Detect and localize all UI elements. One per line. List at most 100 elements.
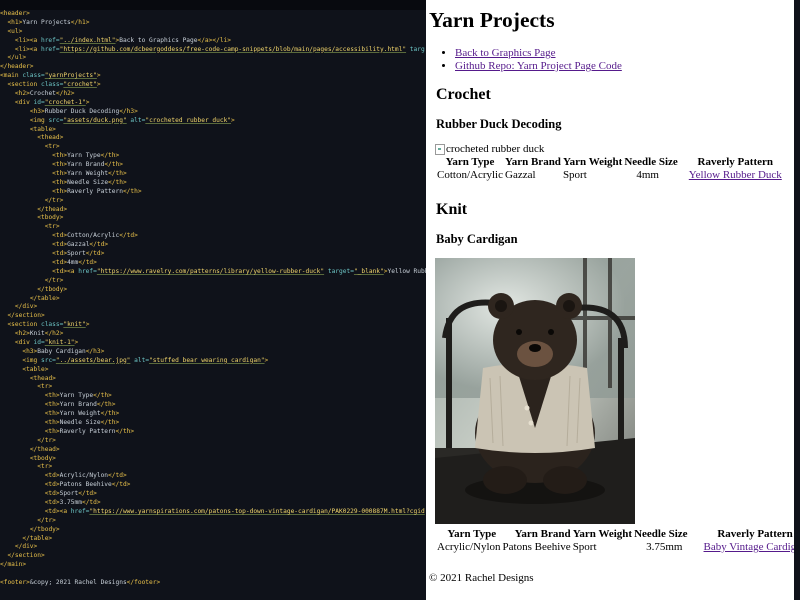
code-line[interactable]: <li><a href="../index.html">Back to Grap… (0, 37, 426, 46)
code-line[interactable]: </table> (0, 535, 426, 544)
code-line[interactable]: </main> (0, 561, 426, 570)
code-token: <th> (52, 152, 68, 160)
page-footer: © 2021 Rachel Designs (429, 572, 534, 584)
code-line[interactable]: <thead> (0, 375, 426, 384)
code-line[interactable]: <th>Raverly Pattern</th> (0, 428, 426, 437)
code-line[interactable]: <td>3.75mm</td> (0, 499, 426, 508)
code-token: </th> (115, 427, 135, 435)
code-line[interactable]: <thead> (0, 134, 426, 143)
code-token: <li><a (14, 36, 41, 44)
code-line[interactable]: </thead> (0, 206, 426, 215)
code-line[interactable]: <header> (0, 10, 426, 19)
code-line[interactable]: <ul> (0, 28, 426, 37)
code-line[interactable]: </tbody> (0, 526, 426, 535)
code-token: </h2> (44, 330, 64, 338)
code-line[interactable]: <th>Raverly Pattern</th> (0, 188, 426, 197)
code-line[interactable]: </tr> (0, 437, 426, 446)
code-line[interactable]: <footer>&copy; 2021 Rachel Designs</foot… (0, 579, 426, 588)
code-line[interactable]: <tr> (0, 143, 426, 152)
code-line[interactable]: </section> (0, 312, 426, 321)
code-line[interactable]: </section> (0, 552, 426, 561)
code-line[interactable]: <td><a href="https://www.ravelry.com/pat… (0, 268, 426, 277)
code-token: <td> (44, 481, 60, 489)
code-line[interactable]: <td>Cotton/Acrylic</td> (0, 232, 426, 241)
td-yarn-type: Cotton/Acrylic (437, 169, 503, 181)
code-line[interactable]: <img src="../assets/bear.jpg" alt="stuff… (0, 357, 426, 366)
code-line[interactable]: <td>Sport</td> (0, 490, 426, 499)
code-line[interactable]: <div id="crochet-1"> (0, 99, 426, 108)
code-line[interactable]: </tr> (0, 197, 426, 206)
back-to-graphics-link[interactable]: Back to Graphics Page (455, 47, 556, 59)
pattern-link-duck[interactable]: Yellow Rubber Duck (689, 169, 782, 181)
code-line[interactable]: <th>Yarn Brand</th> (0, 161, 426, 170)
code-line[interactable]: <h1>Yarn Projects</h1> (0, 19, 426, 28)
code-line[interactable]: <th>Yarn Type</th> (0, 392, 426, 401)
code-line[interactable]: <section class="knit"> (0, 321, 426, 330)
code-line[interactable]: <h2>Crochet</h2> (0, 90, 426, 99)
code-line[interactable]: <td>Sport</td> (0, 250, 426, 259)
code-line[interactable]: <td><a href="https://www.yarnspirations.… (0, 508, 426, 517)
code-line[interactable]: <th>Needle Size</th> (0, 419, 426, 428)
code-token: </h3> (85, 347, 105, 355)
code-line[interactable]: <section class="crochet"> (0, 81, 426, 90)
pattern-link-cardigan[interactable]: Baby Vintage Cardigan (704, 541, 794, 553)
code-line[interactable] (0, 570, 426, 579)
code-token: </tr> (37, 436, 56, 444)
code-token: "crochet-1" (44, 98, 86, 106)
code-line[interactable]: </tr> (0, 517, 426, 526)
code-line[interactable]: <th>Yarn Weight</th> (0, 410, 426, 419)
code-line[interactable]: </div> (0, 303, 426, 312)
code-token: </main> (0, 561, 27, 569)
code-line[interactable]: <table> (0, 126, 426, 135)
code-token: </div> (14, 303, 38, 311)
window-edge (794, 0, 800, 600)
code-line[interactable]: <tbody> (0, 214, 426, 223)
code-editor[interactable]: <header> <h1>Yarn Projects</h1> <ul> <li… (0, 0, 426, 600)
code-line[interactable]: <main class="yarnProjects"> (0, 72, 426, 81)
code-line[interactable]: </tr> (0, 277, 426, 286)
code-line[interactable]: </thead> (0, 446, 426, 455)
th-yarn-brand: Yarn Brand (514, 528, 571, 540)
code-line[interactable]: <img src="assets/duck.png" alt="crochete… (0, 117, 426, 126)
code-line[interactable]: <th>Yarn Weight</th> (0, 170, 426, 179)
code-line[interactable]: <tr> (0, 223, 426, 232)
code-line[interactable]: <th>Yarn Brand</th> (0, 401, 426, 410)
code-line[interactable]: <th>Needle Size</th> (0, 179, 426, 188)
code-token: <h3> (29, 107, 45, 115)
table-row: Acrylic/Nylon Patons Beehive Sport 3.75m… (437, 541, 794, 554)
code-line[interactable]: </table> (0, 295, 426, 304)
code-token: Patons Beehive (59, 481, 112, 489)
knit-heading: Knit (436, 201, 468, 218)
code-line[interactable]: <th>Yarn Type</th> (0, 152, 426, 161)
code-token: > (85, 98, 90, 106)
code-token: <th> (44, 410, 60, 418)
code-line[interactable]: <td>Acrylic/Nylon</td> (0, 472, 426, 481)
code-line[interactable]: <h3>Rubber Duck Decoding</h3> (0, 108, 426, 117)
code-line[interactable]: <tr> (0, 463, 426, 472)
code-line[interactable]: <li><a href="https://github.com/dcbeergo… (0, 46, 426, 55)
code-line[interactable]: <td>4mm</td> (0, 259, 426, 268)
code-lines[interactable]: <header> <h1>Yarn Projects</h1> <ul> <li… (0, 10, 426, 588)
code-token: </td> (108, 472, 127, 480)
code-line[interactable]: <table> (0, 366, 426, 375)
code-line[interactable]: <tbody> (0, 455, 426, 464)
code-line[interactable]: </ul> (0, 54, 426, 63)
code-line[interactable]: <div id="knit-1"> (0, 339, 426, 348)
code-line[interactable]: <td>Gazzal</td> (0, 241, 426, 250)
th-needle-size: Needle Size (634, 528, 688, 540)
code-line[interactable]: </tbody> (0, 286, 426, 295)
code-line[interactable]: </div> (0, 543, 426, 552)
code-line[interactable]: <h3>Baby Cardigan</h3> (0, 348, 426, 357)
github-repo-link[interactable]: Github Repo: Yarn Project Page Code (455, 60, 622, 72)
code-line[interactable]: </header> (0, 63, 426, 72)
code-line[interactable]: <td>Patons Beehive</td> (0, 481, 426, 490)
code-token: Rubber Duck Decoding (44, 107, 120, 115)
code-line[interactable]: <tr> (0, 383, 426, 392)
code-token: <section (7, 321, 41, 329)
code-line[interactable]: <h2>Knit</h2> (0, 330, 426, 339)
